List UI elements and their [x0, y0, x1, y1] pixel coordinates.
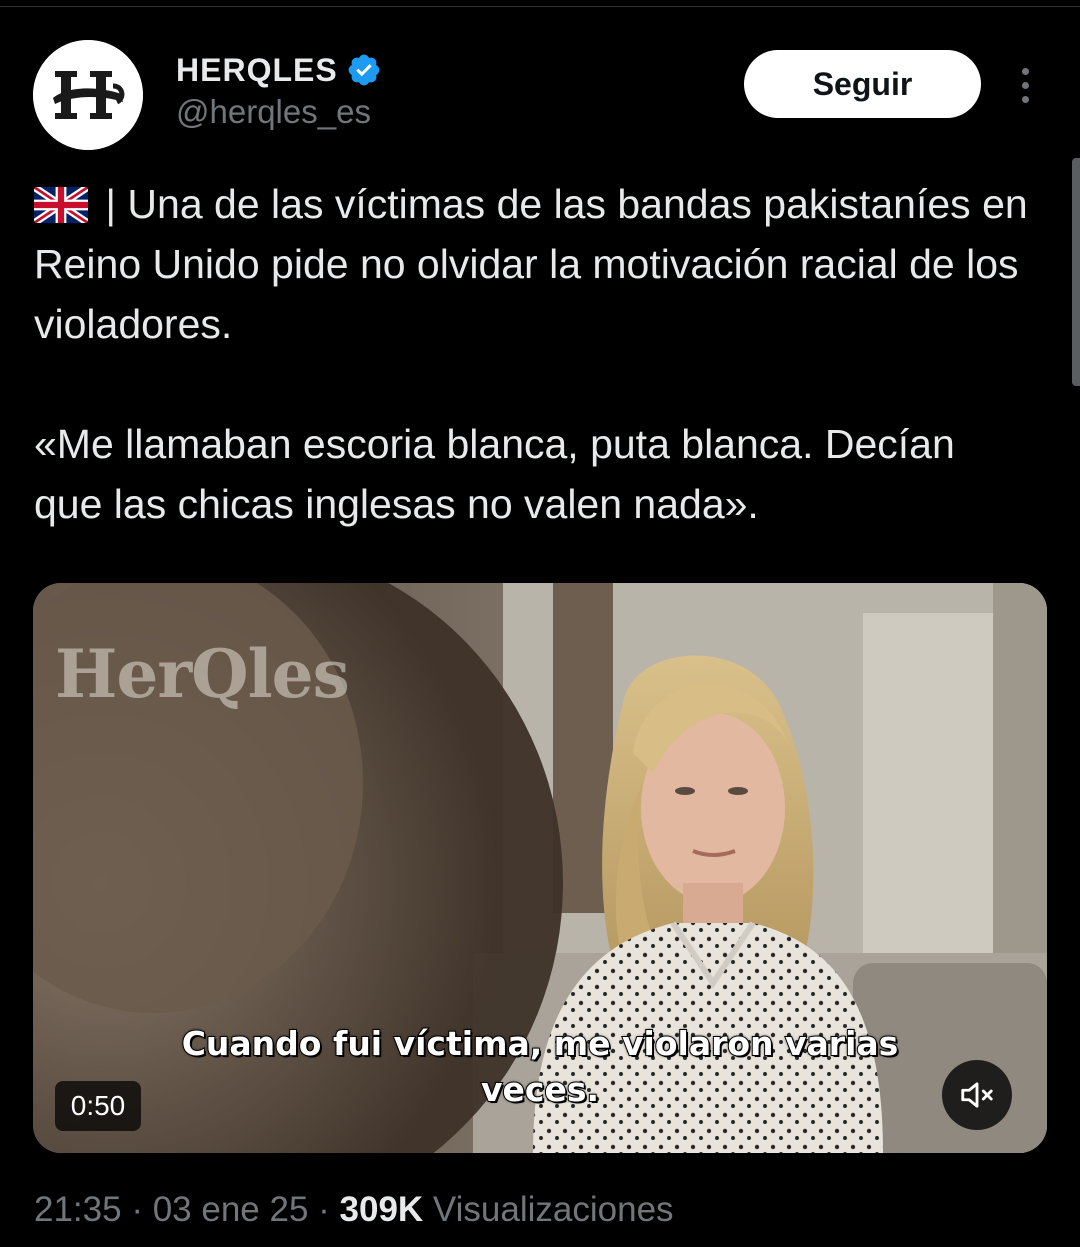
tweet-meta: 21:35 · 03 ene 25 · 309K Visualizaciones [34, 1190, 674, 1230]
scrollbar[interactable] [1072, 158, 1080, 386]
views-count[interactable]: 309K [340, 1190, 424, 1229]
author-name-row[interactable]: HERQLES [176, 48, 382, 92]
speaker-muted-glyph [961, 1082, 993, 1108]
author-handle[interactable]: @herqles_es [176, 93, 371, 131]
tweet-paragraph-1: | Una de las víctimas de las bandas paki… [34, 174, 1034, 354]
tweet-text: | Una de las víctimas de las bandas paki… [34, 174, 1034, 534]
meta-separator: · [308, 1190, 340, 1229]
video-duration-badge: 0:50 [55, 1081, 141, 1131]
meta-separator: · [121, 1190, 153, 1229]
uk-flag-icon [34, 187, 88, 223]
video-subtitle: Cuando fui víctima, me violaron varias v… [33, 1021, 1047, 1113]
more-dot [1021, 95, 1029, 103]
top-divider [0, 0, 1080, 7]
video-watermark: HerQles [55, 635, 350, 713]
more-dot [1021, 81, 1029, 89]
author-display-name[interactable]: HERQLES [176, 52, 338, 89]
views-label[interactable]: Visualizaciones [423, 1190, 674, 1229]
video-player[interactable]: HerQles Cuando fui víctima, me violaron … [33, 583, 1047, 1153]
herqles-logo-icon [33, 40, 143, 150]
subtitle-line-1: Cuando fui víctima, me violaron varias [181, 1023, 900, 1064]
volume-muted-icon[interactable] [942, 1060, 1012, 1130]
more-dot [1021, 67, 1029, 75]
avatar[interactable] [33, 40, 143, 150]
verified-badge-icon [348, 54, 380, 86]
tweet-time[interactable]: 21:35 [34, 1190, 122, 1229]
more-options-icon[interactable] [1005, 62, 1045, 108]
tweet-paragraph-1-text: | Una de las víctimas de las bandas paki… [34, 181, 1028, 347]
subtitle-line-2: veces. [480, 1069, 600, 1110]
tweet-date[interactable]: 03 ene 25 [153, 1190, 309, 1229]
follow-button[interactable]: Seguir [744, 50, 981, 118]
tweet-paragraph-2: «Me llamaban escoria blanca, puta blanca… [34, 421, 955, 527]
